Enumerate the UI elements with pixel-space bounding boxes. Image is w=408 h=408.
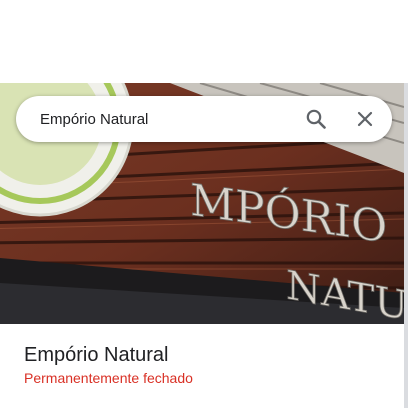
close-icon: [357, 111, 373, 127]
search-bar[interactable]: [16, 96, 392, 142]
place-info-panel: Empório Natural Permanentemente fechado: [0, 324, 404, 408]
clear-search-button[interactable]: [353, 107, 377, 131]
scrollbar-track[interactable]: [404, 83, 408, 408]
search-button[interactable]: [304, 107, 328, 131]
search-input[interactable]: [40, 96, 290, 142]
search-icon: [306, 109, 326, 129]
closed-status: Permanentemente fechado: [24, 370, 193, 386]
place-title: Empório Natural: [24, 344, 169, 366]
